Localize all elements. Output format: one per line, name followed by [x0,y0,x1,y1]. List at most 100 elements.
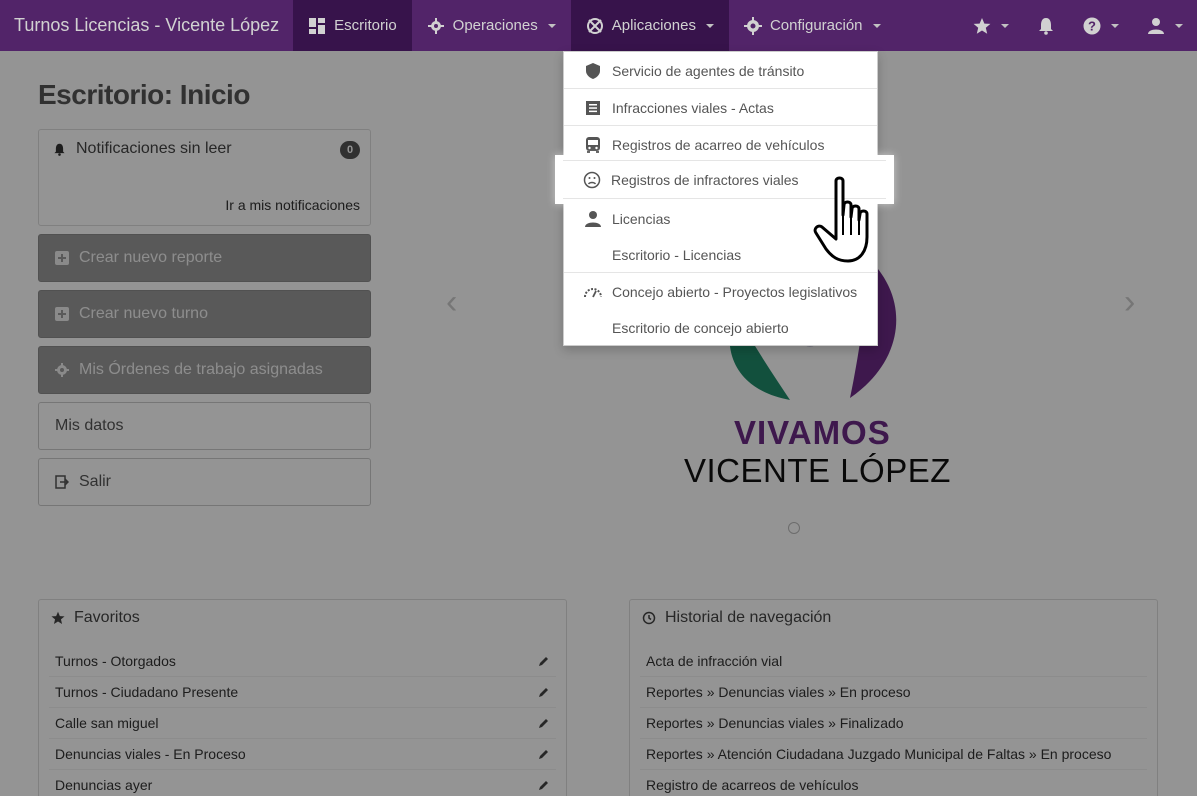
notifications-panel: Notificaciones sin leer 0 Ir a mis notif… [38,129,371,226]
pencil-icon[interactable] [538,748,550,760]
favorite-link[interactable]: Turnos - Ciudadano Presente [55,684,238,700]
logout-icon [55,475,69,489]
person-icon [585,210,601,227]
menu-item-infracciones[interactable]: Infracciones viales - Actas [564,89,877,126]
favorites-menu[interactable] [959,0,1023,51]
user-menu[interactable] [1133,0,1197,51]
chevron-down-icon [705,23,714,28]
notifications-link[interactable]: Ir a mis notificaciones [225,197,360,213]
favorites-header: Favoritos [51,609,140,627]
plus-square-icon [55,307,69,321]
list-item[interactable]: Reportes » Denuncias viales » En proceso [640,677,1147,708]
favorites-list: Turnos - Otorgados Turnos - Ciudadano Pr… [49,646,556,796]
list-item[interactable]: Registro de acarreos de vehículos [640,770,1147,796]
favorite-link[interactable]: Denuncias viales - En Proceso [55,746,246,762]
work-orders-button[interactable]: Mis Órdenes de trabajo asignadas [38,346,371,394]
history-header: Historial de navegación [642,609,831,627]
sad-face-icon [583,171,601,188]
logout-label: Salir [79,473,112,490]
menu-item-label: Registros de infractores viales [611,171,799,188]
star-icon [51,611,65,624]
logo-subtitle: VICENTE LÓPEZ [684,452,951,489]
app-brand[interactable]: Turnos Licencias - Vicente López [0,0,293,51]
list-item[interactable]: Denuncias ayer [49,770,556,796]
list-item[interactable]: Reportes » Atención Ciudadana Juzgado Mu… [640,739,1147,770]
history-link[interactable]: Reportes » Denuncias viales » En proceso [646,684,911,700]
logout-button[interactable]: Salir [38,458,371,506]
create-turn-button[interactable]: Crear nuevo turno [38,290,371,338]
star-icon [973,17,991,34]
list-item[interactable]: Turnos - Ciudadano Presente [49,677,556,708]
nav-escritorio[interactable]: Escritorio [293,0,412,51]
history-link[interactable]: Reportes » Atención Ciudadana Juzgado Mu… [646,746,1111,762]
menu-item-agentes-transito[interactable]: Servicio de agentes de tránsito [564,52,877,89]
chevron-down-icon [872,23,881,28]
nav-configuracion-label: Configuración [769,17,863,34]
work-orders-label: Mis Órdenes de trabajo asignadas [79,361,323,378]
bell-icon [54,143,65,156]
my-data-label: Mis datos [55,417,124,434]
svg-text:?: ? [1088,18,1096,33]
pencil-icon[interactable] [538,717,550,729]
create-report-button[interactable]: Crear nuevo reporte [38,234,371,282]
pencil-icon[interactable] [538,686,550,698]
menu-item-escritorio-concejo[interactable]: Escritorio de concejo abierto [564,309,877,346]
menu-item-label: Servicio de agentes de tránsito [612,62,805,79]
menu-item-label: Infracciones viales - Actas [612,99,774,116]
gear-cog-icon [55,363,69,377]
chevron-down-icon [1001,23,1009,28]
speedometer-icon [584,287,602,297]
favorite-link[interactable]: Calle san miguel [55,715,159,731]
help-menu[interactable]: ? [1069,0,1133,51]
carousel-next-icon[interactable]: › [1124,283,1135,322]
pencil-icon[interactable] [538,655,550,667]
gear-cog-icon [427,17,444,34]
hand-pointer-icon [813,176,869,263]
chevron-down-icon [547,23,556,28]
nav-operaciones-label: Operaciones [452,17,538,34]
apps-icon [586,17,603,34]
notifications-title: Notificaciones sin leer [76,140,232,157]
my-data-button[interactable]: Mis datos [38,402,371,450]
help-icon: ? [1083,17,1101,34]
list-item[interactable]: Reportes » Denuncias viales » Finalizado [640,708,1147,739]
nav-operaciones[interactable]: Operaciones [412,0,571,51]
menu-item-concejo-abierto[interactable]: Concejo abierto - Proyectos legislativos [564,273,877,310]
pencil-icon[interactable] [538,779,550,791]
menu-item-label: Licencias [612,210,671,227]
history-title: Historial de navegación [665,609,832,626]
history-link[interactable]: Acta de infracción vial [646,653,782,669]
gear-icon [743,16,762,35]
notifications-count-badge: 0 [340,141,360,159]
user-icon [1148,17,1164,34]
list-item[interactable]: Acta de infracción vial [640,646,1147,677]
bus-icon [586,136,600,153]
list-item[interactable]: Turnos - Otorgados [49,646,556,677]
nav-aplicaciones[interactable]: Aplicaciones [570,0,729,51]
menu-item-label: Registros de acarreo de vehículos [612,136,825,153]
favorite-link[interactable]: Denuncias ayer [55,777,152,793]
history-panel: Historial de navegación Acta de infracci… [629,599,1158,796]
carousel-indicator[interactable] [788,522,800,534]
notifications-header: Notificaciones sin leer [53,140,232,158]
dashboard-icon [309,17,326,34]
chevron-down-icon [1111,23,1119,28]
logo-title: VIVAMOS [734,414,891,451]
nav-configuracion[interactable]: Configuración [729,0,896,51]
menu-item-label: Escritorio de concejo abierto [612,319,789,336]
create-report-label: Crear nuevo reporte [79,249,223,266]
favorites-title: Favoritos [74,609,140,626]
shield-icon [586,62,600,79]
menu-item-label: Escritorio - Licencias [612,246,742,263]
menu-item-label: Concejo abierto - Proyectos legislativos [612,283,858,300]
list-item[interactable]: Denuncias viales - En Proceso [49,739,556,770]
history-link[interactable]: Reportes » Denuncias viales » Finalizado [646,715,904,731]
favorite-link[interactable]: Turnos - Otorgados [55,653,176,669]
history-list: Acta de infracción vial Reportes » Denun… [640,646,1147,796]
bell-icon [1039,17,1053,35]
history-link[interactable]: Registro de acarreos de vehículos [646,777,858,793]
carousel-prev-icon[interactable]: ‹ [446,283,457,322]
navbar-right: ? [959,0,1197,51]
list-item[interactable]: Calle san miguel [49,708,556,739]
notifications-menu[interactable] [1023,0,1069,51]
